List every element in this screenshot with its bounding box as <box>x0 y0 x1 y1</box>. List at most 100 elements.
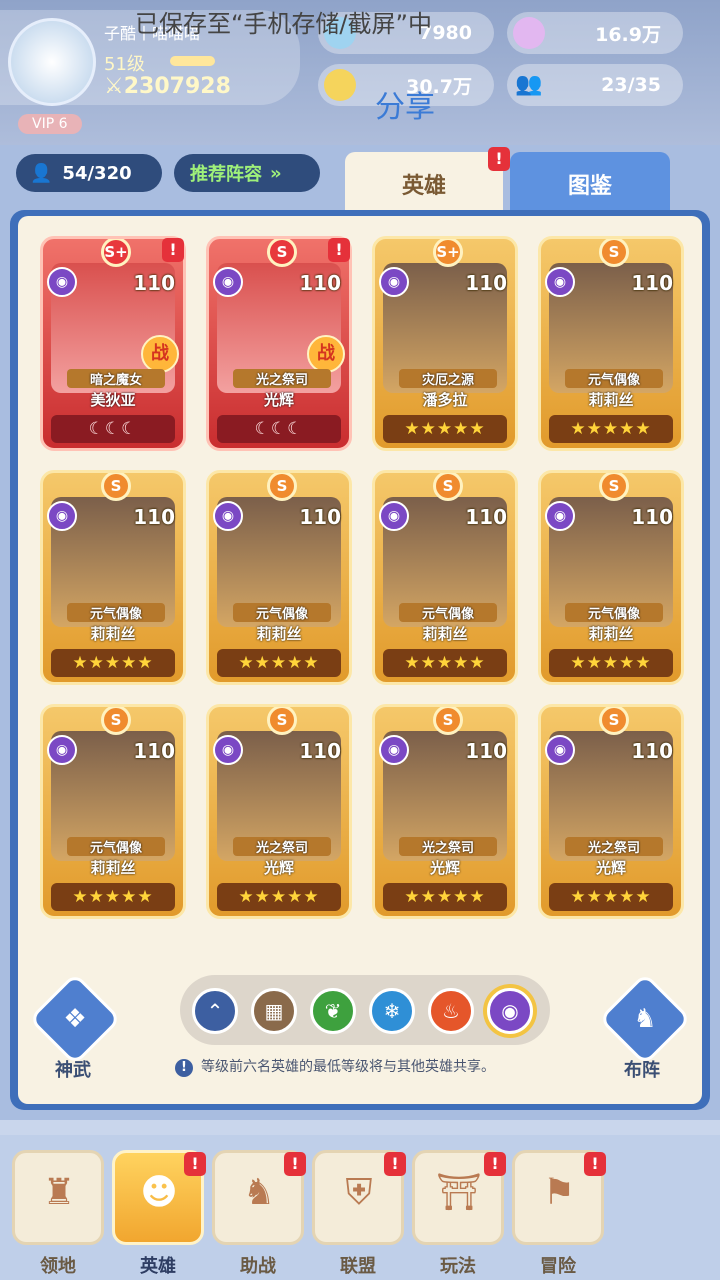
hero-name: 莉莉丝 <box>588 625 634 643</box>
resource-ring[interactable]: 16.9万 <box>507 12 683 54</box>
hero-name: 莉莉丝 <box>90 859 136 877</box>
star-rating: ★★★★★ <box>549 883 673 911</box>
recommend-lineup-button[interactable]: 推荐阵容» <box>174 154 320 192</box>
star-rating: ★★★★★ <box>217 883 341 911</box>
dark-element-icon: ◉ <box>47 735 77 765</box>
friends-icon: 👥 <box>515 72 543 97</box>
hero-name: 莉莉丝 <box>256 625 302 643</box>
hero-card[interactable]: S ◉ 110 元气偶像 莉莉丝 ★★★★★ <box>40 470 186 685</box>
hero-name: 美狄亚 <box>90 391 136 409</box>
hero-card[interactable]: S ◉ 110 元气偶像 莉莉丝 ★★★★★ <box>206 470 352 685</box>
nature-icon[interactable]: ❦ <box>310 988 356 1034</box>
star-rating: ★★★★★ <box>383 415 507 443</box>
star-rating: ★★★★★ <box>217 649 341 677</box>
dark-element-icon: ◉ <box>545 501 575 531</box>
hero-title: 元气偶像 <box>565 369 663 388</box>
dark-element-icon: ◉ <box>379 267 409 297</box>
hero-level: 110 <box>133 505 175 529</box>
hero-card[interactable]: S+ ◉ 110 灾厄之源 潘多拉 ★★★★★ <box>372 236 518 451</box>
avatar[interactable] <box>8 18 96 106</box>
gameplay-icon: ⛩ <box>436 1172 482 1213</box>
hero-level: 110 <box>631 271 673 295</box>
grid-icon[interactable]: ▦ <box>251 988 297 1034</box>
resource-friends[interactable]: 👥 23/35 <box>507 64 683 106</box>
all-icon[interactable]: ⌃ <box>192 988 238 1034</box>
hero-name: 莉莉丝 <box>588 391 634 409</box>
divine-weapon-label: 神武 <box>55 1060 91 1081</box>
rank-badge: S <box>433 473 463 501</box>
nav-alert-icon: ! <box>184 1152 206 1176</box>
hero-level: 110 <box>299 271 341 295</box>
star-rating: ☾☾☾ <box>217 415 341 443</box>
tab-heroes[interactable]: 英雄 <box>345 152 503 216</box>
rank-badge: S+ <box>101 239 131 267</box>
hero-card[interactable]: S ◉ 110 战光之祭司 光辉 ☾☾☾ <box>206 236 352 451</box>
nav-alert-icon: ! <box>584 1152 606 1176</box>
level-progress-bar <box>170 56 215 66</box>
player-power: ⚔2307928 <box>104 74 231 99</box>
hero-card[interactable]: S ◉ 110 元气偶像 莉莉丝 ★★★★★ <box>538 236 684 451</box>
hero-title: 暗之魔女 <box>67 369 165 388</box>
nav-label: 领地 <box>40 1256 76 1277</box>
rank-badge: S <box>599 473 629 501</box>
rank-badge: S <box>599 239 629 267</box>
hero-card[interactable]: S+ ◉ 110 战暗之魔女 美狄亚 ☾☾☾ <box>40 236 186 451</box>
fire-icon[interactable]: ♨ <box>428 988 474 1034</box>
tab-codex[interactable]: 图鉴 <box>510 152 670 216</box>
hero-card[interactable]: S ◉ 110 光之祭司 光辉 ★★★★★ <box>538 704 684 919</box>
info-icon: ! <box>175 1059 193 1077</box>
formation-label: 布阵 <box>624 1060 660 1081</box>
hero-name: 莉莉丝 <box>90 625 136 643</box>
dark-element-icon: ◉ <box>213 735 243 765</box>
war-badge: 战 <box>307 335 345 373</box>
hero-level: 110 <box>133 739 175 763</box>
assist-icon: ♞ <box>242 1172 276 1213</box>
hero-title: 元气偶像 <box>233 603 331 622</box>
ring-icon <box>513 17 545 49</box>
rank-badge: S <box>101 707 131 735</box>
wing-shield-icon: ❖ <box>63 1004 87 1034</box>
nav-label: 玩法 <box>440 1256 476 1277</box>
share-button[interactable]: 分享 <box>375 82 435 126</box>
knight-icon: ♞ <box>633 1004 657 1034</box>
hero-level: 110 <box>465 505 507 529</box>
hero-level: 110 <box>299 505 341 529</box>
hero-card[interactable]: S ◉ 110 光之祭司 光辉 ★★★★★ <box>206 704 352 919</box>
hero-level: 110 <box>631 505 673 529</box>
hero-level: 110 <box>133 271 175 295</box>
hero-card[interactable]: S ◉ 110 元气偶像 莉莉丝 ★★★★★ <box>538 470 684 685</box>
war-badge: 战 <box>141 335 179 373</box>
player-level: 51级 <box>104 54 145 75</box>
ice-icon[interactable]: ❄ <box>369 988 415 1034</box>
hero-title: 元气偶像 <box>399 603 497 622</box>
hero-title: 光之祭司 <box>565 837 663 856</box>
dark-element-icon: ◉ <box>545 735 575 765</box>
hero-title: 光之祭司 <box>233 369 331 388</box>
adventure-icon: ⚑ <box>542 1172 576 1213</box>
nav-alert-icon: ! <box>484 1152 506 1176</box>
dark-element-icon: ◉ <box>213 501 243 531</box>
hero-card[interactable]: S ◉ 110 元气偶像 莉莉丝 ★★★★★ <box>372 470 518 685</box>
castle-icon: ♜ <box>42 1172 76 1213</box>
hero-card[interactable]: S ◉ 110 元气偶像 莉莉丝 ★★★★★ <box>40 704 186 919</box>
gold-coin-icon <box>324 69 356 101</box>
hero-name: 光辉 <box>263 859 294 877</box>
hero-icon: ☻ <box>140 1172 178 1213</box>
nav-alert-icon: ! <box>384 1152 406 1176</box>
dark-element-icon: ◉ <box>47 501 77 531</box>
dark-element-icon: ◉ <box>47 267 77 297</box>
nav-castle[interactable]: ♜ <box>12 1150 104 1245</box>
hero-title: 元气偶像 <box>67 603 165 622</box>
vip-badge[interactable]: VIP 6 <box>18 114 82 134</box>
hero-grid: S+ ◉ 110 战暗之魔女 美狄亚 ☾☾☾! S ◉ 110 战光之祭司 光辉 ☾☾☾! S+ ◉ 110… <box>18 216 702 1104</box>
swords-icon: ⚔ <box>104 74 124 99</box>
dark-icon[interactable]: ◉ <box>487 988 533 1034</box>
hero-name: 光辉 <box>263 391 294 409</box>
star-rating: ★★★★★ <box>383 649 507 677</box>
dark-element-icon: ◉ <box>545 267 575 297</box>
hero-level: 110 <box>299 739 341 763</box>
hero-title: 元气偶像 <box>565 603 663 622</box>
nav-label: 联盟 <box>340 1256 376 1277</box>
hero-title: 元气偶像 <box>67 837 165 856</box>
hero-card[interactable]: S ◉ 110 光之祭司 光辉 ★★★★★ <box>372 704 518 919</box>
